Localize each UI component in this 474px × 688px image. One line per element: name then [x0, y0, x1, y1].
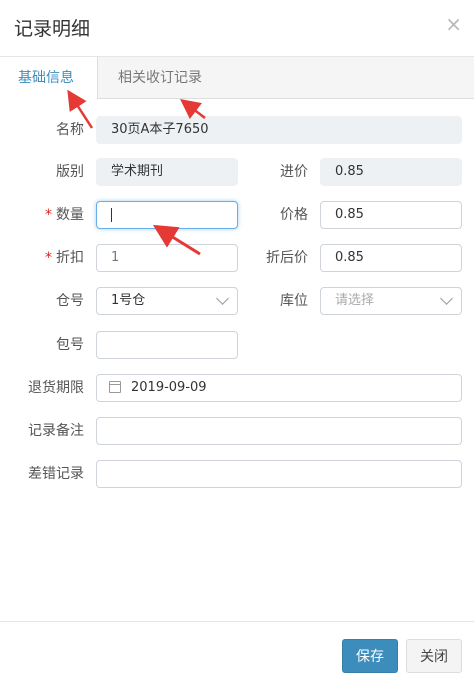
return-deadline-value: 2019-09-09: [131, 380, 207, 395]
error-record-label: 差错记录: [28, 466, 84, 482]
discounted-price-label: 折后价: [266, 250, 308, 266]
price-label: 价格: [280, 207, 308, 223]
close-icon[interactable]: ×: [445, 12, 462, 36]
close-button[interactable]: 关闭: [406, 639, 462, 673]
warehouse-select[interactable]: 1号仓: [96, 287, 238, 315]
tab-bar: 基础信息 相关收订记录: [0, 57, 474, 99]
dialog-title: 记录明细: [14, 18, 91, 40]
edition-field: 学术期刊: [96, 158, 238, 186]
location-select[interactable]: 请选择: [320, 287, 462, 315]
return-deadline-label: 退货期限: [28, 380, 84, 396]
return-deadline-input[interactable]: 2019-09-09: [96, 374, 462, 402]
warehouse-label: 仓号: [56, 293, 84, 309]
chevron-down-icon: [216, 292, 229, 305]
purchase-price-field: 0.85: [320, 158, 462, 186]
calendar-icon: [109, 380, 121, 393]
location-placeholder: 请选择: [335, 293, 375, 308]
dialog-footer: 保存 关闭: [0, 621, 474, 688]
package-label: 包号: [56, 337, 84, 353]
required-marker: *: [45, 250, 52, 266]
price-input[interactable]: 0.85: [320, 201, 462, 229]
error-record-input[interactable]: [96, 460, 462, 488]
tab-basic-info[interactable]: 基础信息: [0, 57, 98, 99]
dialog-header: 记录明细 ×: [0, 0, 474, 57]
purchase-price-label: 进价: [280, 164, 308, 180]
edition-label: 版别: [56, 164, 84, 180]
record-note-label: 记录备注: [28, 423, 84, 439]
name-field: 30页A本子7650: [96, 116, 462, 144]
discounted-price-input[interactable]: 0.85: [320, 244, 462, 272]
package-input[interactable]: [96, 331, 238, 359]
quantity-label: * 数量: [45, 207, 84, 223]
name-label: 名称: [56, 122, 84, 138]
chevron-down-icon: [440, 292, 453, 305]
tab-related-orders[interactable]: 相关收订记录: [102, 57, 218, 99]
discount-input[interactable]: 1: [96, 244, 238, 272]
discount-label: * 折扣: [45, 250, 84, 266]
save-button[interactable]: 保存: [342, 639, 398, 673]
quantity-input[interactable]: [96, 201, 238, 229]
text-caret: [111, 207, 112, 222]
record-note-input[interactable]: [96, 417, 462, 445]
warehouse-selected-value: 1号仓: [111, 293, 146, 308]
location-label: 库位: [280, 293, 308, 309]
required-marker: *: [45, 207, 52, 223]
